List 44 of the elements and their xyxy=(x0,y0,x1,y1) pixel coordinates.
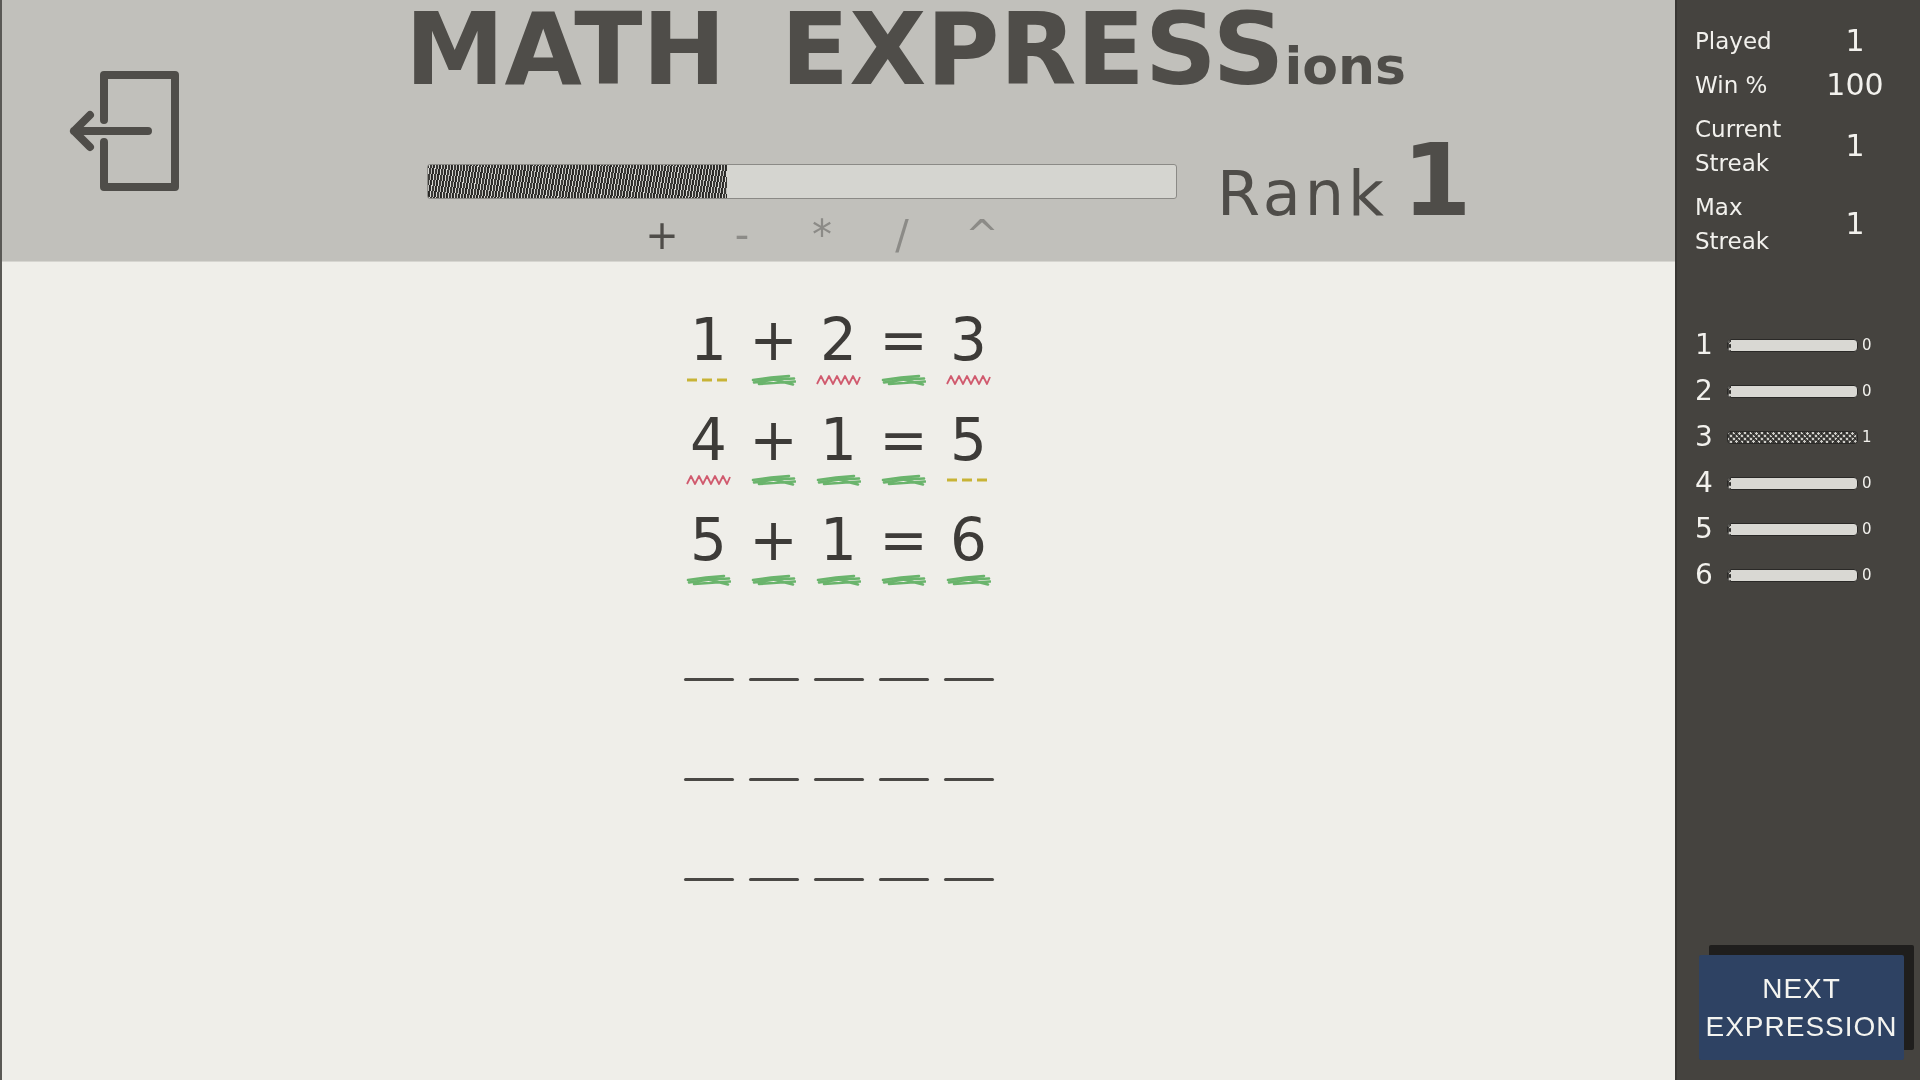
guess-count-label: 4 xyxy=(1695,468,1714,498)
expression-symbol: = xyxy=(879,510,928,570)
stat-label: Played xyxy=(1695,27,1772,56)
expression-symbol: 2 xyxy=(820,310,857,370)
expression-symbol: + xyxy=(749,410,798,470)
exit-icon[interactable] xyxy=(68,70,180,192)
expression-symbol: 4 xyxy=(690,410,727,470)
expression-symbol: 1 xyxy=(690,310,727,370)
game-title: MATH EXPRESS ions xyxy=(405,0,1406,110)
guess-count-label: 3 xyxy=(1695,422,1714,452)
operator-symbol: ^ xyxy=(964,215,1000,255)
expression-symbol: + xyxy=(749,310,798,370)
expression-symbol: + xyxy=(749,510,798,570)
expression-symbol: 5 xyxy=(950,410,987,470)
distribution-count: 0 xyxy=(1862,381,1872,401)
expression-symbol: 3 xyxy=(950,310,987,370)
operator-symbol: + xyxy=(644,215,680,255)
stat-label: Current Streak xyxy=(1695,115,1783,178)
distribution-count: 0 xyxy=(1862,335,1872,355)
stat-label: Max Streak xyxy=(1695,193,1771,256)
expression-symbol: = xyxy=(879,410,928,470)
distribution-count: 0 xyxy=(1862,473,1872,493)
expression-symbol: 5 xyxy=(690,510,727,570)
operator-symbol: / xyxy=(894,215,910,255)
stat-value: 100 xyxy=(1826,68,1884,102)
rank-label: Rank xyxy=(1217,163,1388,225)
stat-label: Win % xyxy=(1695,71,1768,100)
stat-value: 1 xyxy=(1845,24,1865,58)
expression-symbol: 1 xyxy=(820,510,857,570)
guess-count-label: 2 xyxy=(1695,376,1714,406)
expression-symbol: 1 xyxy=(820,410,857,470)
stat-value: 1 xyxy=(1845,207,1865,241)
operator-symbol: - xyxy=(733,215,751,255)
distribution-count: 0 xyxy=(1862,565,1872,585)
guess-count-label: 1 xyxy=(1695,330,1714,360)
stat-value: 1 xyxy=(1845,129,1865,163)
guess-count-label: 6 xyxy=(1695,560,1714,590)
distribution-count: 0 xyxy=(1862,519,1872,539)
distribution-count: 1 xyxy=(1862,427,1872,447)
expression-symbol: 6 xyxy=(950,510,987,570)
operator-symbol: * xyxy=(811,215,833,255)
expression-symbol: = xyxy=(879,310,928,370)
guess-count-label: 5 xyxy=(1695,514,1714,544)
rank-value: 1 xyxy=(1401,131,1472,231)
